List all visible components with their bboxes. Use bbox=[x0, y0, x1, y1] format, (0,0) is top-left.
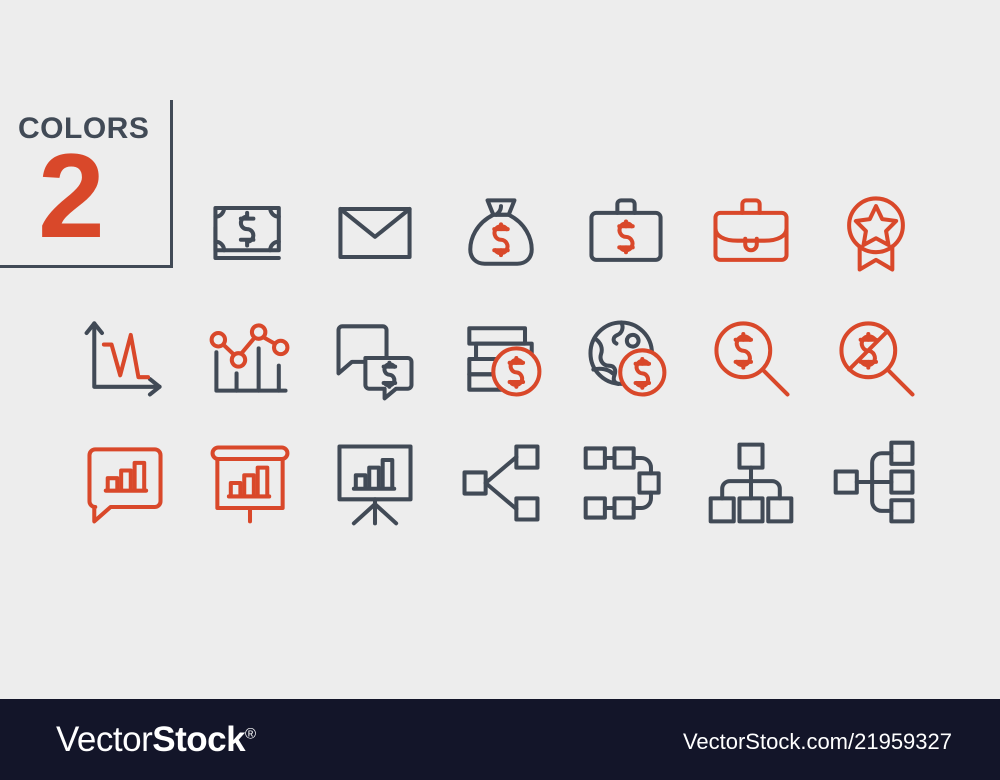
vectorstock-logo: VectorStock® bbox=[56, 720, 257, 760]
chat-bar-chart-icon[interactable] bbox=[70, 428, 180, 538]
line-graph-axes-icon[interactable] bbox=[70, 303, 180, 413]
envelope-mail-icon[interactable] bbox=[320, 178, 430, 288]
search-dollar-icon[interactable] bbox=[696, 303, 806, 413]
bar-line-chart-icon[interactable] bbox=[195, 303, 305, 413]
icon-sheet-canvas: COLORS 2 VectorStock® VectorStock.com/21… bbox=[0, 0, 1000, 780]
globe-dollar-coin-icon[interactable] bbox=[571, 303, 681, 413]
search-no-dollar-icon[interactable] bbox=[821, 303, 931, 413]
briefcase-icon[interactable] bbox=[696, 178, 806, 288]
presentation-screen-icon[interactable] bbox=[195, 428, 305, 538]
registered-mark: ® bbox=[245, 725, 257, 743]
brand-bold-text: Stock bbox=[152, 720, 246, 759]
footer-bar: VectorStock® VectorStock.com/21959327 bbox=[0, 699, 1000, 780]
easel-bar-chart-icon[interactable] bbox=[320, 428, 430, 538]
vectorstock-url: VectorStock.com/21959327 bbox=[682, 729, 952, 754]
chat-bubbles-dollar-icon[interactable] bbox=[320, 303, 430, 413]
brand-light-text: Vector bbox=[56, 720, 153, 759]
colors-count: 2 bbox=[38, 129, 105, 263]
award-star-ribbon-icon[interactable] bbox=[821, 178, 931, 288]
money-stack-coin-icon[interactable] bbox=[446, 303, 556, 413]
colors-badge: COLORS 2 bbox=[0, 100, 173, 268]
sitemap-tree-icon[interactable] bbox=[821, 428, 931, 538]
money-bag-dollar-icon[interactable] bbox=[446, 178, 556, 288]
share-network-icon[interactable] bbox=[446, 428, 556, 538]
flowchart-loop-icon[interactable] bbox=[571, 428, 681, 538]
org-chart-icon[interactable] bbox=[696, 428, 806, 538]
banknote-dollar-icon[interactable] bbox=[195, 178, 305, 288]
suitcase-dollar-icon[interactable] bbox=[571, 178, 681, 288]
